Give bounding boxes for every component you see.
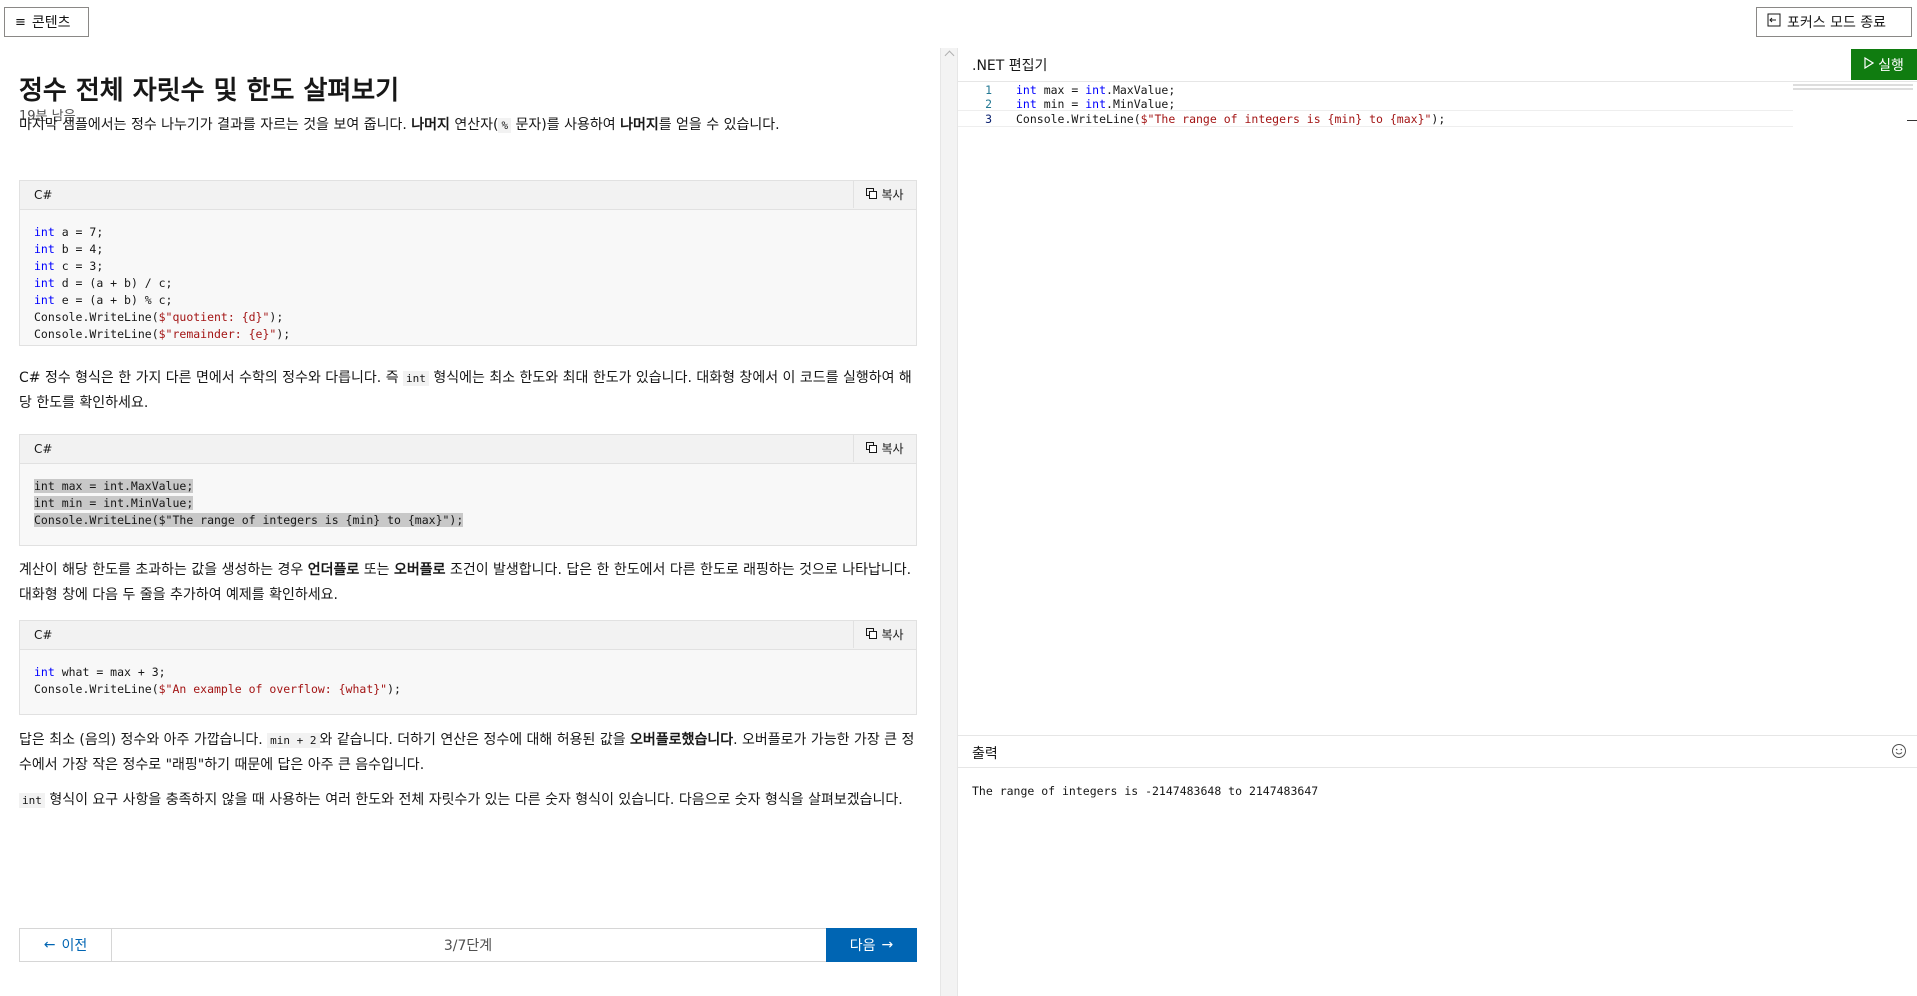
code-language: C#	[34, 188, 53, 202]
copy-icon	[866, 441, 878, 456]
editor-title: .NET 편집기	[972, 58, 1048, 74]
code-block-overflow: C# 복사 int what = max + 3; Console.WriteL…	[19, 620, 917, 715]
arrow-left-icon: ←	[43, 937, 56, 953]
code-block-header: C# 복사	[20, 435, 916, 464]
paragraph-remainder: 마지막 샘플에서는 정수 나누기가 결과를 자르는 것을 보여 줍니다. 나머지…	[19, 117, 780, 133]
play-icon	[1864, 56, 1875, 73]
smiley-feedback-icon[interactable]	[1891, 743, 1907, 759]
collapse-chevron-icon[interactable]	[944, 50, 955, 61]
code-line: Console.WriteLine($"An example of overfl…	[34, 682, 401, 696]
code-language: C#	[34, 442, 53, 456]
code-line: Console.WriteLine($"The range of integer…	[34, 513, 464, 527]
pane-splitter[interactable]	[940, 48, 958, 996]
editor-minimap[interactable]	[1793, 82, 1913, 96]
previous-button[interactable]: ← 이전	[20, 929, 112, 961]
copy-button[interactable]: 복사	[853, 181, 916, 208]
exit-focus-icon	[1767, 13, 1781, 31]
paragraph-int-limits: C# 정수 형식은 한 가지 다른 면에서 수학의 정수와 다릅니다. 즉 in…	[19, 370, 912, 411]
code-block-header: C# 복사	[20, 621, 916, 650]
output-header: 출력	[958, 735, 1917, 768]
arrow-right-icon: →	[881, 937, 894, 953]
code-block-division: C# 복사 int a = 7; int b = 4; int c = 3; i…	[19, 180, 917, 346]
editor-pane: .NET 편집기 실행 1 int max = int.MaxValue; 2 …	[958, 48, 1917, 996]
code-line: Console.WriteLine($"remainder: {e}");	[34, 327, 291, 341]
step-pager: ← 이전 3/7단계 다음 →	[19, 928, 917, 962]
copy-icon	[866, 187, 878, 202]
copy-button[interactable]: 복사	[853, 621, 916, 648]
code-line: int e = (a + b) % c;	[34, 293, 173, 307]
editor-line-active[interactable]: 3 Console.WriteLine($"The range of integ…	[958, 110, 1793, 127]
editor-header: .NET 편집기 실행	[958, 48, 1917, 82]
code-line: int a = 7;	[34, 225, 104, 239]
code-line: int min = int.MinValue;	[34, 496, 194, 510]
paragraph-next-types: int 형식이 요구 사항을 충족하지 않을 때 사용하는 여러 한도와 전체 …	[19, 788, 916, 813]
hamburger-menu-icon: ≡	[15, 14, 26, 30]
code-line: int c = 3;	[34, 259, 104, 273]
contents-label: 콘텐츠	[31, 15, 71, 31]
output-text: The range of integers is -2147483648 to …	[972, 784, 1319, 798]
run-button[interactable]: 실행	[1851, 49, 1917, 80]
copy-icon	[866, 627, 878, 642]
exit-focus-label: 포커스 모드 종료	[1787, 15, 1887, 31]
code-line: int max = int.MaxValue;	[34, 479, 194, 493]
line-number: 3	[985, 112, 992, 126]
code-block-limits: C# 복사 int max = int.MaxValue; int min = …	[19, 434, 917, 546]
article-pane: 정수 전체 자릿수 및 한도 살펴보기 19분 남음 마지막 샘플에서는 정수 …	[0, 48, 940, 996]
code-line: int what = max + 3;	[34, 665, 166, 679]
code-editor[interactable]: 1 int max = int.MaxValue; 2 int min = in…	[958, 82, 1917, 734]
code-line: int b = 4;	[34, 242, 104, 256]
code-block-header: C# 복사	[20, 181, 916, 210]
paragraph-overflow-result: 답은 최소 (음의) 정수와 아주 가깝습니다. min + 2와 같습니다. …	[19, 732, 915, 773]
copy-button[interactable]: 복사	[853, 435, 916, 462]
step-indicator: 3/7단계	[443, 938, 493, 954]
page-title: 정수 전체 자릿수 및 한도 살펴보기	[19, 76, 400, 106]
code-language: C#	[34, 628, 53, 642]
code-line: int d = (a + b) / c;	[34, 276, 173, 290]
output-title: 출력	[972, 746, 998, 762]
code-line: Console.WriteLine($"quotient: {d}");	[34, 310, 284, 324]
exit-focus-mode-button[interactable]: 포커스 모드 종료	[1756, 7, 1912, 37]
paragraph-overflow: 계산이 해당 한도를 초과하는 값을 생성하는 경우 언더플로 또는 오버플로 …	[19, 562, 912, 603]
next-button[interactable]: 다음 →	[826, 928, 917, 962]
scrollbar-marker	[1907, 120, 1917, 121]
contents-button[interactable]: ≡ 콘텐츠	[4, 7, 89, 37]
